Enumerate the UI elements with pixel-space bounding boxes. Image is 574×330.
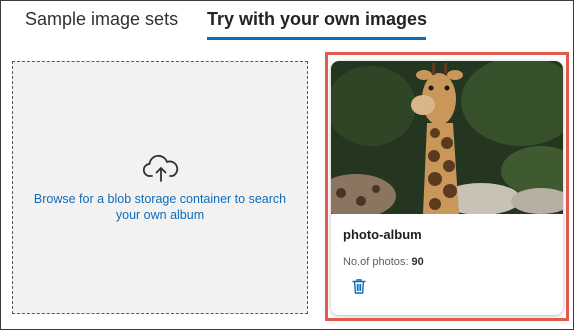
browse-link-text[interactable]: Browse for a blob storage container to s…: [23, 191, 297, 223]
tab-own-images[interactable]: Try with your own images: [207, 7, 427, 31]
selection-highlight: [325, 52, 569, 321]
tab-bar: Sample image sets Try with your own imag…: [1, 1, 573, 45]
album-picker-panel: Sample image sets Try with your own imag…: [0, 0, 574, 330]
cloud-upload-icon: [143, 155, 179, 182]
tab-sample-image-sets[interactable]: Sample image sets: [25, 7, 178, 31]
active-tab-indicator: [207, 37, 426, 40]
browse-container-dropzone[interactable]: Browse for a blob storage container to s…: [12, 61, 308, 314]
